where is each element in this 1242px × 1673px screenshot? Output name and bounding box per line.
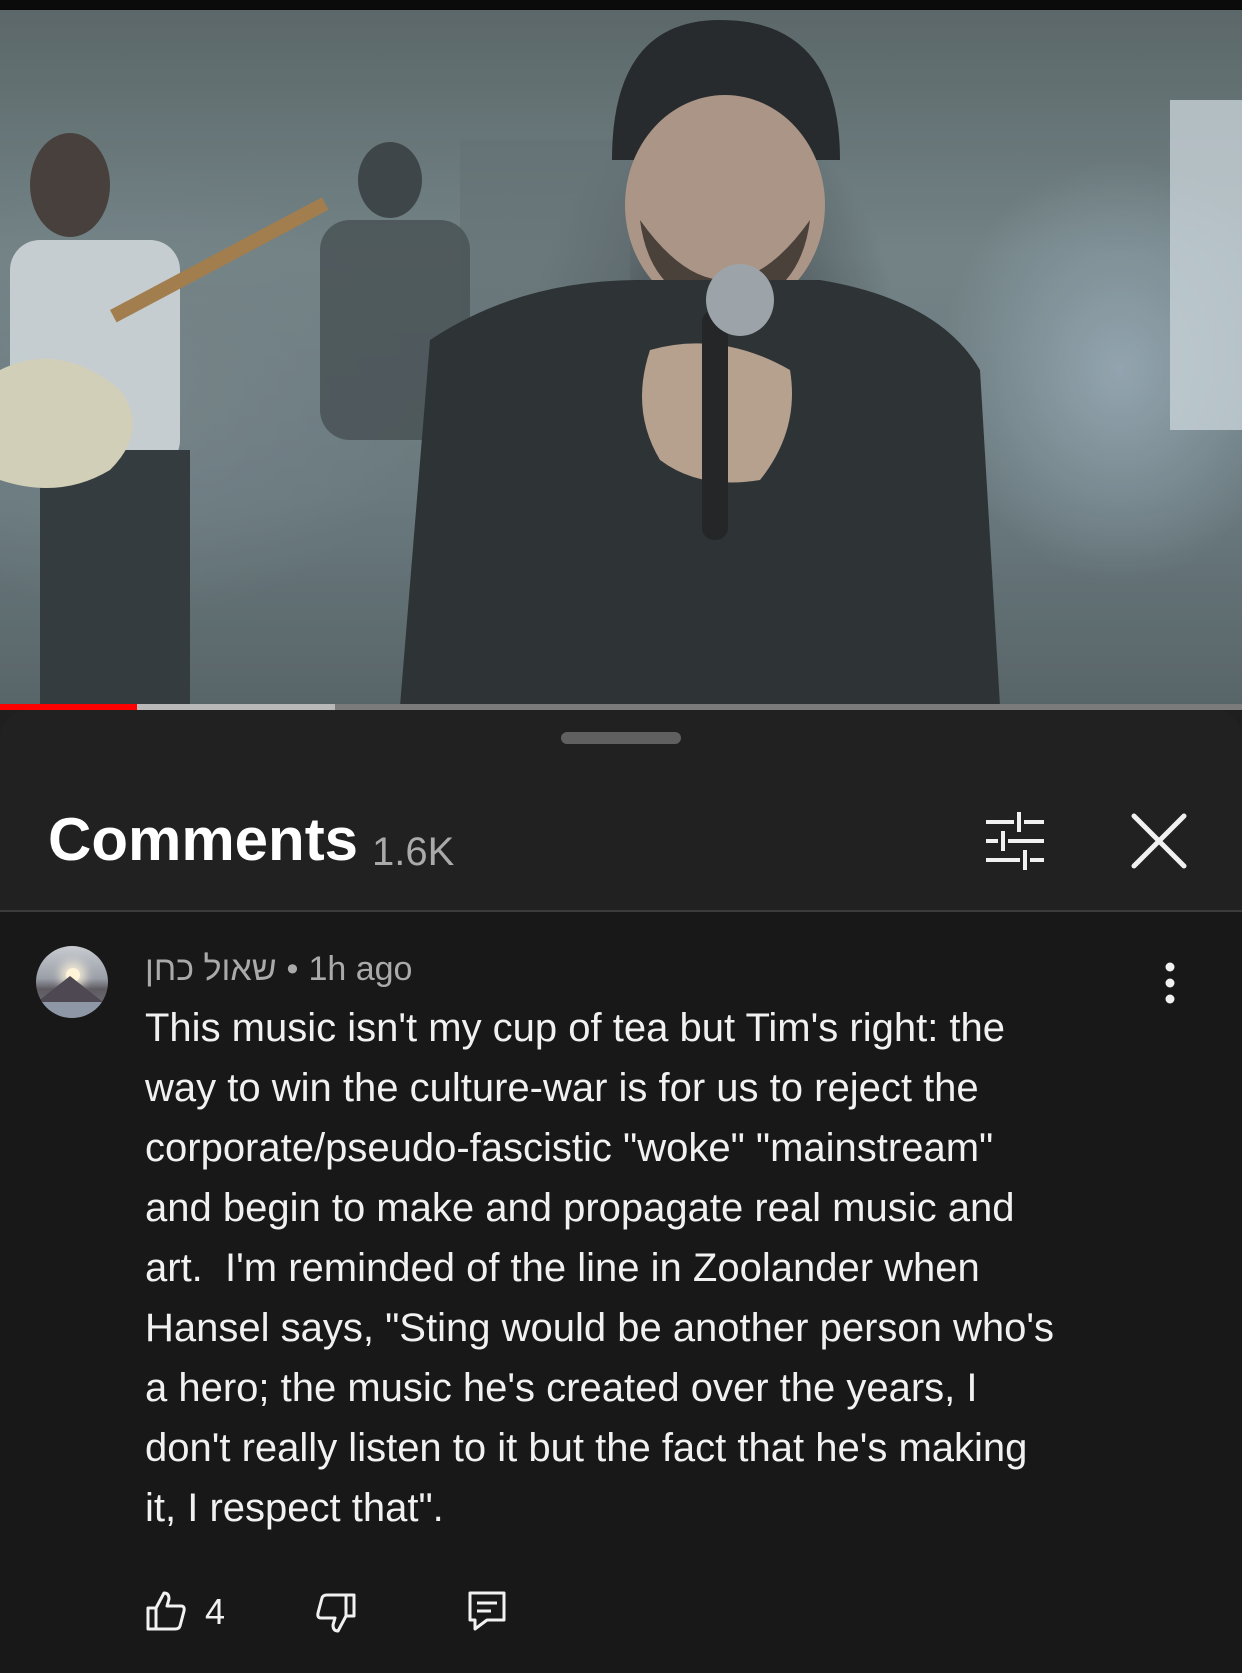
meta-separator: • [286, 950, 299, 988]
close-button[interactable] [1124, 806, 1194, 876]
comment-time: 1h ago [308, 950, 413, 988]
video-frame [0, 10, 1242, 706]
avatar[interactable] [36, 946, 108, 1018]
thumbs-up-icon [146, 1591, 186, 1631]
comment-meta: שאול כחן • 1h ago [145, 952, 412, 986]
comments-count: 1.6K [372, 830, 455, 874]
video-player[interactable] [0, 10, 1242, 706]
reply-icon [468, 1591, 506, 1631]
comments-title: Comments [48, 806, 359, 873]
drag-handle[interactable] [561, 732, 681, 744]
sort-filter-button[interactable] [980, 806, 1050, 876]
close-icon [1131, 813, 1187, 869]
reply-button[interactable] [467, 1590, 507, 1632]
dislike-button[interactable] [315, 1592, 357, 1634]
like-count: 4 [205, 1591, 226, 1632]
comments-header: Comments 1.6K [0, 770, 1242, 888]
status-bar-strip [0, 0, 1242, 10]
comment-text: This music isn't my cup of tea but Tim's… [145, 1006, 1055, 1530]
smoke-haze [0, 10, 1242, 706]
avatar-water [36, 1002, 108, 1018]
like-button[interactable] [145, 1590, 187, 1632]
comment-actions: 4 [145, 1582, 745, 1642]
sliders-icon [986, 812, 1044, 870]
comment-item: שאול כחן • 1h ago This music isn't my cup … [0, 912, 1242, 1673]
comment-author[interactable]: שאול כחן [145, 950, 277, 988]
thumbs-down-icon [316, 1593, 356, 1633]
